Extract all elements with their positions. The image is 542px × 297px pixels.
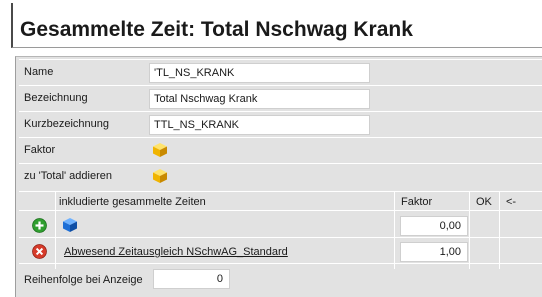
bezeichnung-field[interactable]: Total Nschwag Krank <box>149 89 370 109</box>
name-field[interactable]: 'TL_NS_KRANK <box>149 63 370 83</box>
reihenfolge-field[interactable]: 0 <box>153 269 230 289</box>
page-title: Gesammelte Zeit: Total Nschwag Krank <box>11 3 542 48</box>
column-header-name[interactable]: inkludierte gesammelte Zeiten <box>59 196 206 208</box>
row-faktor-field[interactable]: 1,00 <box>400 242 468 262</box>
reihenfolge-label: Reihenfolge bei Anzeige <box>24 274 143 286</box>
column-header-nav[interactable]: <- <box>506 196 516 208</box>
kurzbezeichnung-field[interactable]: TTL_NS_KRANK <box>149 115 370 135</box>
faktor-label: Faktor <box>24 144 56 156</box>
kurzbezeichnung-label: Kurzbezeichnung <box>24 118 110 130</box>
yellow-cube-icon[interactable] <box>152 142 168 158</box>
grid-header: inkludierte gesammelte Zeiten Faktor OK … <box>19 191 542 211</box>
name-row: Name 'TL_NS_KRANK <box>19 59 542 84</box>
name-label: Name <box>24 66 54 78</box>
grid-new-row: 0,00 <box>19 213 542 238</box>
column-header-ok[interactable]: OK <box>476 196 492 208</box>
yellow-cube-icon[interactable] <box>152 168 168 184</box>
total-label: zu 'Total' addieren <box>24 170 112 182</box>
delete-icon[interactable] <box>32 244 47 259</box>
grid-row: Abwesend Zeitausgleich NSchwAG_Standard … <box>19 239 542 264</box>
faktor-row: Faktor <box>19 137 542 162</box>
blue-cube-icon[interactable] <box>62 217 78 233</box>
form-panel: Name 'TL_NS_KRANK Bezeichnung Total Nsch… <box>15 56 542 297</box>
column-header-faktor[interactable]: Faktor <box>401 196 432 208</box>
row-name-link[interactable]: Abwesend Zeitausgleich NSchwAG_Standard <box>64 246 288 258</box>
reihenfolge-row: Reihenfolge bei Anzeige 0 <box>19 267 542 292</box>
add-icon[interactable] <box>32 218 47 233</box>
bezeichnung-label: Bezeichnung <box>24 92 88 104</box>
new-faktor-field[interactable]: 0,00 <box>400 216 468 236</box>
kurzbezeichnung-row: Kurzbezeichnung TTL_NS_KRANK <box>19 111 542 136</box>
total-row: zu 'Total' addieren <box>19 163 542 188</box>
bezeichnung-row: Bezeichnung Total Nschwag Krank <box>19 85 542 110</box>
